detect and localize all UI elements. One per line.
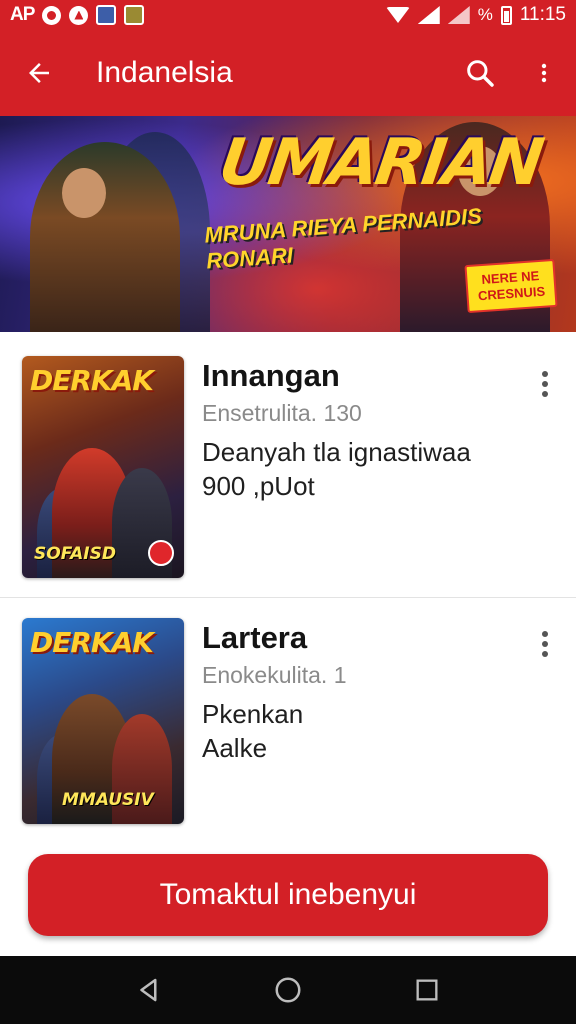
app-notification-icon: [96, 5, 117, 25]
circle-home-icon: [275, 977, 301, 1003]
search-icon: [467, 60, 494, 87]
banner-logo: UMARIAN: [214, 126, 546, 200]
battery-percent: %: [477, 5, 493, 24]
list-item[interactable]: DERKAK SOFAISD Innangan Ensetrulita. 130…: [0, 332, 576, 598]
more-vert-icon: [541, 63, 547, 83]
nav-back-button[interactable]: [124, 965, 174, 1015]
battery-icon: [500, 5, 512, 25]
system-nav-bar: [0, 956, 576, 1024]
more-vert-icon: [542, 641, 548, 647]
item-subtitle: Ensetrulita. 130: [202, 400, 362, 426]
nav-home-button[interactable]: [263, 965, 313, 1015]
carrier-label: AP: [10, 4, 35, 25]
item-more-button[interactable]: [530, 364, 560, 404]
thumbnail-logo: DERKAK: [30, 626, 154, 659]
item-subtitle: Enokekulita. 1: [202, 662, 347, 688]
thumbnail-caption: SOFAISD: [34, 544, 116, 564]
thumbnail-logo: DERKAK: [30, 364, 154, 397]
list-item[interactable]: DERKAK MMAUSIV Lartera Enokekulita. 1 Pk…: [0, 598, 576, 830]
item-title: Innangan: [202, 358, 340, 393]
item-more-button[interactable]: [530, 624, 560, 664]
signal-icon: [447, 6, 470, 24]
search-button[interactable]: [448, 30, 512, 116]
back-button[interactable]: [0, 30, 78, 116]
game-list: DERKAK SOFAISD Innangan Ensetrulita. 130…: [0, 332, 576, 830]
item-description: Pkenkan: [202, 699, 304, 729]
thumbnail-caption: MMAUSIV: [62, 790, 154, 810]
page-title: Indanelsia: [96, 56, 233, 89]
status-left: AP: [10, 4, 145, 26]
item-thumbnail: DERKAK SOFAISD: [22, 356, 184, 578]
promo-banner[interactable]: UMARIAN MRUNA RIEYA PERNAIDIS RONARI NER…: [0, 116, 576, 332]
overflow-menu-button[interactable]: [512, 30, 576, 116]
notification-icon: [42, 5, 62, 25]
item-detail: 900 ,pUot: [202, 471, 315, 501]
more-vert-icon: [542, 381, 548, 387]
clock: 11:15: [519, 4, 566, 25]
app-notification-icon: [124, 5, 145, 25]
item-title: Lartera: [202, 620, 308, 655]
status-right: % 11:15: [385, 4, 566, 26]
status-bar: AP % 11:15: [0, 0, 576, 30]
banner-badge: NERE NE CRESNUIS: [464, 258, 558, 314]
square-recents-icon: [416, 979, 438, 1001]
banner-hero-figure: [30, 142, 180, 332]
arrow-left-icon: [29, 63, 49, 83]
primary-action-button[interactable]: Tomaktul inebenyui: [28, 854, 548, 936]
signal-icon: [417, 6, 440, 24]
app-bar: Indanelsia: [0, 30, 576, 116]
triangle-back-icon: [140, 978, 157, 1002]
item-description: Deanyah tla ignastiwaa: [202, 437, 471, 467]
item-text: Lartera Enokekulita. 1 Pkenkan Aalke: [202, 620, 512, 765]
item-thumbnail: DERKAK MMAUSIV: [22, 618, 184, 824]
banner-hero-head: [62, 168, 106, 218]
item-detail: Aalke: [202, 733, 268, 763]
thumbnail-badge-icon: [148, 540, 174, 566]
more-vert-icon: [542, 391, 548, 397]
more-vert-icon: [542, 371, 548, 377]
more-vert-icon: [542, 651, 548, 657]
item-text: Innangan Ensetrulita. 130 Deanyah tla ig…: [202, 358, 512, 503]
wifi-icon: [385, 7, 410, 23]
nav-recents-button[interactable]: [402, 965, 452, 1015]
more-vert-icon: [542, 631, 548, 637]
notification-icon: [69, 5, 89, 25]
